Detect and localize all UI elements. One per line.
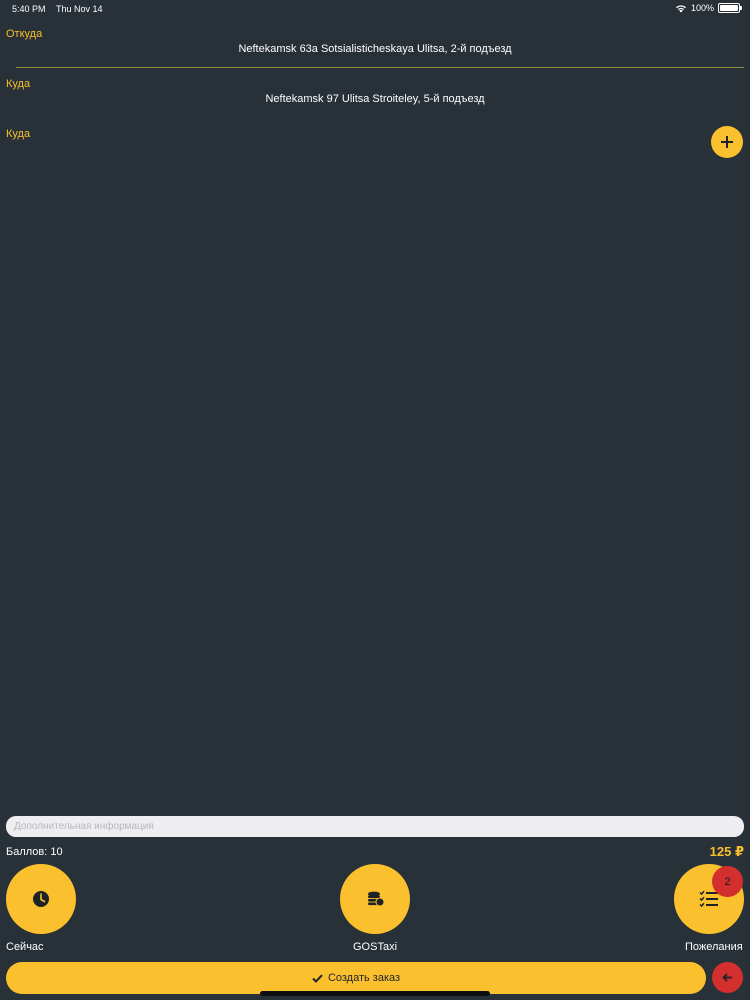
home-indicator (260, 991, 490, 996)
bonus-points: Баллов: 10 (6, 846, 63, 858)
from-label: Откуда (6, 28, 43, 40)
wishes-count-badge: 2 (712, 866, 743, 897)
tariff-caption: GOSTaxi (353, 941, 398, 953)
extra-to-label[interactable]: Куда (6, 128, 30, 140)
wifi-icon (675, 4, 686, 12)
time-caption: Сейчас (6, 941, 44, 953)
clock-icon (33, 891, 49, 907)
back-button[interactable] (712, 962, 743, 993)
battery-percent: 100% (690, 3, 714, 13)
from-address[interactable]: Neftekamsk 63a Sotsialisticheskaya Ulits… (0, 43, 750, 55)
order-screen: 5:40 PM Thu Nov 14 100% Откуда Neftekams… (0, 0, 750, 1000)
battery-icon (718, 3, 742, 13)
coins-icon (368, 891, 385, 907)
time-button[interactable] (6, 864, 76, 934)
wishes-caption: Пожелания (685, 941, 743, 953)
status-bar: 5:40 PM Thu Nov 14 100% (0, 0, 750, 18)
to-label: Куда (6, 78, 31, 90)
status-right: 100% (675, 3, 742, 13)
create-order-button[interactable]: Создать заказ (6, 962, 706, 994)
price: 125 ₽ (709, 844, 744, 859)
arrow-left-icon (722, 973, 732, 982)
extra-info-input[interactable] (6, 816, 744, 837)
plus-icon (721, 136, 733, 148)
status-time: 5:40 PM (12, 4, 46, 14)
create-order-label: Создать заказ (327, 972, 401, 984)
address-divider (16, 67, 744, 68)
status-date: Thu Nov 14 (56, 4, 103, 14)
check-icon (312, 974, 323, 983)
to-address[interactable]: Neftekamsk 97 Ulitsa Stroiteley, 5-й под… (0, 93, 750, 105)
tariff-button[interactable] (340, 864, 410, 934)
add-stop-button[interactable] (711, 126, 743, 158)
